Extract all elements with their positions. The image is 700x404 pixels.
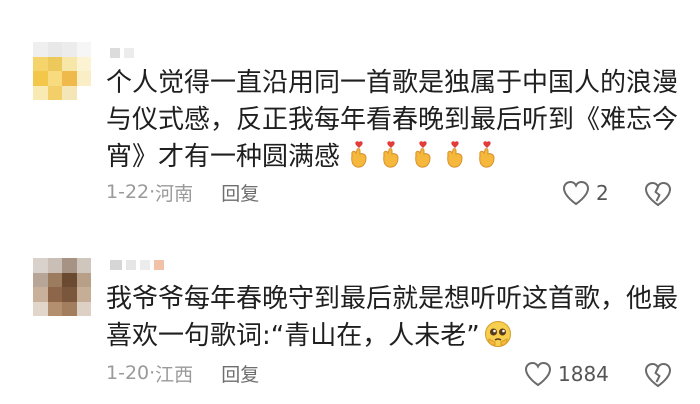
heart-outline-icon bbox=[524, 361, 552, 387]
finger-heart-icon bbox=[346, 141, 372, 169]
like-button[interactable]: 2 bbox=[562, 178, 609, 208]
username-blurred[interactable] bbox=[110, 48, 134, 58]
finger-heart-icon bbox=[442, 141, 468, 169]
dislike-button[interactable] bbox=[644, 180, 672, 208]
comment-date: 1-22 bbox=[106, 181, 150, 203]
comment-date: 1-20 bbox=[106, 362, 150, 384]
dislike-button[interactable] bbox=[644, 361, 672, 389]
username-blurred[interactable] bbox=[110, 260, 164, 270]
comment-item: 个人觉得一直沿用同一首歌是独属于中国人的浪漫与仪式感，反正我每年看春晚到最后听到… bbox=[0, 0, 700, 222]
like-button[interactable]: 1884 bbox=[524, 359, 609, 389]
comment-location: 河南 bbox=[155, 182, 194, 205]
broken-heart-icon bbox=[644, 180, 672, 208]
finger-heart-icon bbox=[410, 141, 436, 169]
reply-button[interactable]: 回复 bbox=[221, 360, 259, 387]
comment-text-body: 我爷爷每年春晚守到最后就是想听听这首歌，他最喜欢一句歌词:“青山在，人未老” bbox=[106, 284, 679, 351]
broken-heart-icon bbox=[644, 361, 672, 389]
avatar[interactable] bbox=[33, 258, 91, 316]
finger-heart-icon bbox=[474, 141, 500, 169]
reply-button[interactable]: 回复 bbox=[221, 179, 259, 206]
pleading-face-icon bbox=[484, 320, 511, 348]
like-count: 1884 bbox=[558, 362, 609, 386]
comment-meta: 1-20 · 江西 回复 bbox=[106, 358, 259, 388]
comment-text: 个人觉得一直沿用同一首歌是独属于中国人的浪漫与仪式感，反正我每年看春晚到最后听到… bbox=[106, 65, 691, 176]
comment-text: 我爷爷每年春晚守到最后就是想听听这首歌，他最喜欢一句歌词:“青山在，人未老” bbox=[106, 281, 691, 355]
heart-outline-icon bbox=[562, 180, 590, 206]
comment-location: 江西 bbox=[155, 363, 194, 386]
comment-item: 我爷爷每年春晚守到最后就是想听听这首歌，他最喜欢一句歌词:“青山在，人未老” 1… bbox=[0, 236, 700, 404]
like-count: 2 bbox=[596, 181, 609, 205]
comment-meta: 1-22 · 河南 回复 bbox=[106, 177, 259, 207]
avatar[interactable] bbox=[33, 42, 91, 100]
finger-heart-icon bbox=[378, 141, 404, 169]
